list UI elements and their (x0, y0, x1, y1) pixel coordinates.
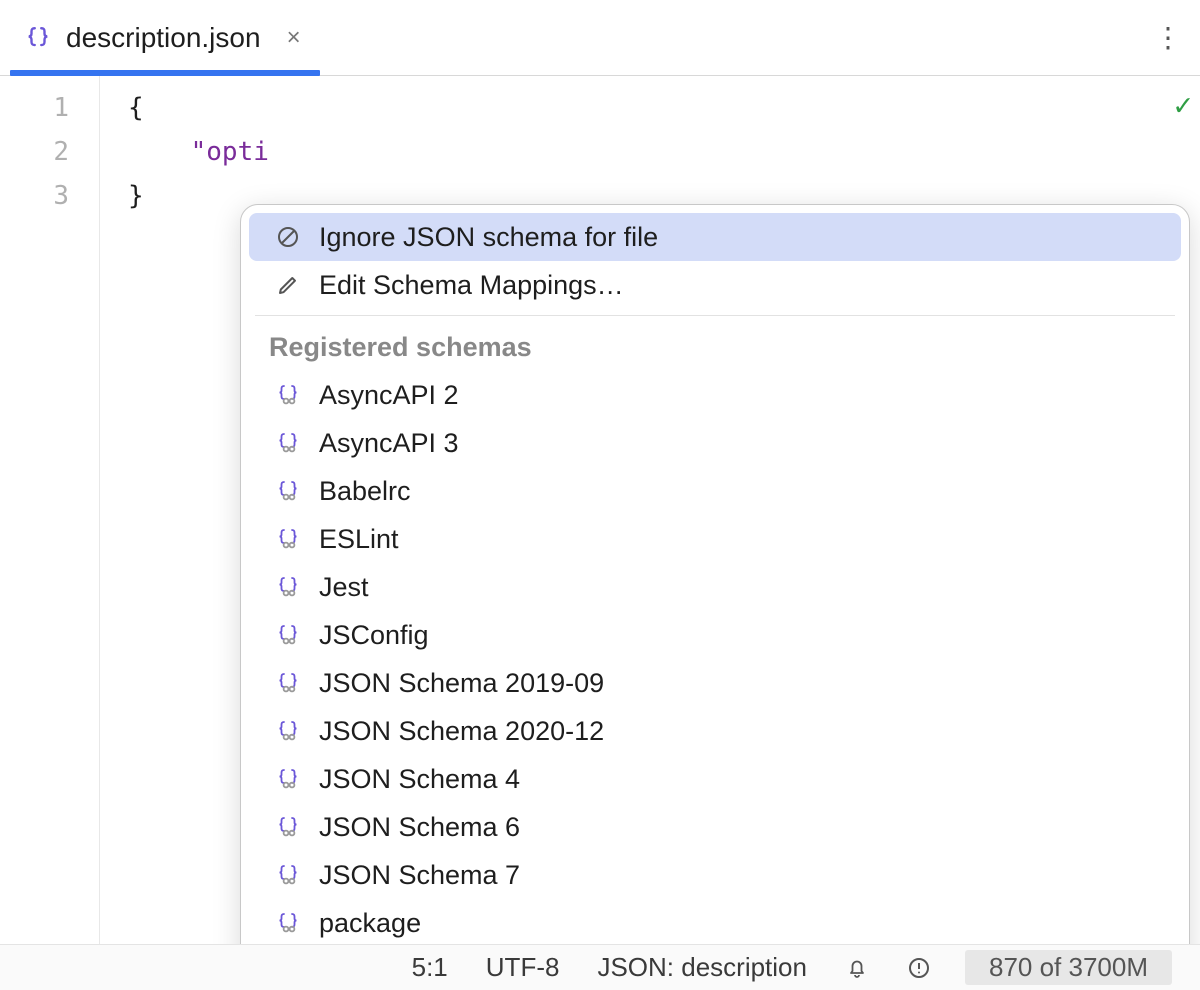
problems-icon[interactable] (903, 956, 935, 980)
status-bar: 5:1 UTF-8 JSON: description 870 of 3700M (0, 944, 1200, 990)
schema-item-label: JSON Schema 2020-12 (319, 716, 604, 747)
schema-item-label: AsyncAPI 2 (319, 380, 459, 411)
schema-item[interactable]: JSON Schema 2019-09 (249, 659, 1181, 707)
tab-options-icon[interactable]: ⋮ (1154, 0, 1182, 75)
schema-item[interactable]: AsyncAPI 2 (249, 371, 1181, 419)
schema-item[interactable]: JSON Schema 4 (249, 755, 1181, 803)
notifications-icon[interactable] (841, 956, 873, 980)
schema-item-label: Babelrc (319, 476, 411, 507)
schema-icon (275, 431, 301, 455)
popup-section-header: Registered schemas (241, 322, 1189, 371)
schema-item[interactable]: ESLint (249, 515, 1181, 563)
schema-icon (275, 479, 301, 503)
popup-item-ignore-schema[interactable]: Ignore JSON schema for file (249, 213, 1181, 261)
close-tab-icon[interactable]: × (275, 24, 301, 52)
memory-indicator[interactable]: 870 of 3700M (965, 950, 1172, 985)
popup-item-edit-mappings[interactable]: Edit Schema Mappings… (249, 261, 1181, 309)
schema-icon (275, 911, 301, 935)
schema-item[interactable]: JSConfig (249, 611, 1181, 659)
file-tab-label: description.json (66, 22, 261, 54)
editor-area: 1 2 3 { "opti } ✓ Ignore JSON schema for… (0, 76, 1200, 944)
schema-item-label: Jest (319, 572, 369, 603)
schema-icon (275, 383, 301, 407)
editor-window: description.json × ⋮ 1 2 3 { "opti } ✓ (0, 0, 1200, 990)
schema-icon (275, 671, 301, 695)
schema-item-label: JSConfig (319, 620, 429, 651)
schema-icon (275, 623, 301, 647)
json-property: "opti (191, 137, 269, 167)
schema-item-label: JSON Schema 6 (319, 812, 520, 843)
schema-item[interactable]: Jest (249, 563, 1181, 611)
popup-item-label: Edit Schema Mappings… (319, 270, 624, 301)
line-number-gutter: 1 2 3 (0, 76, 100, 944)
file-encoding[interactable]: UTF-8 (482, 952, 564, 983)
schema-item-label: package (319, 908, 421, 939)
schema-popup: Ignore JSON schema for file Edit Schema … (240, 204, 1190, 944)
json-file-icon (24, 25, 52, 51)
schema-item[interactable]: Babelrc (249, 467, 1181, 515)
code-line: "opti (100, 130, 1200, 174)
line-number: 2 (0, 130, 99, 174)
schema-icon (275, 719, 301, 743)
line-number: 1 (0, 86, 99, 130)
schema-item[interactable]: JSON Schema 2020-12 (249, 707, 1181, 755)
schema-item[interactable]: JSON Schema 7 (249, 851, 1181, 899)
tab-bar: description.json × ⋮ (0, 0, 1200, 76)
popup-separator (255, 315, 1175, 316)
schema-icon (275, 527, 301, 551)
caret-position[interactable]: 5:1 (408, 952, 452, 983)
schema-icon (275, 863, 301, 887)
no-sign-icon (275, 225, 301, 249)
schema-item[interactable]: JSON Schema 6 (249, 803, 1181, 851)
schema-item[interactable]: package (249, 899, 1181, 944)
schema-list: AsyncAPI 2 AsyncAPI 3 Babelrc ESLint Jest JSC… (241, 371, 1189, 944)
schema-icon (275, 815, 301, 839)
line-number: 3 (0, 174, 99, 218)
schema-icon (275, 767, 301, 791)
json-schema-widget[interactable]: JSON: description (593, 952, 811, 983)
inspection-ok-icon[interactable]: ✓ (1174, 88, 1192, 123)
schema-item-label: JSON Schema 4 (319, 764, 520, 795)
popup-item-label: Ignore JSON schema for file (319, 222, 658, 253)
schema-item-label: ESLint (319, 524, 399, 555)
schema-icon (275, 575, 301, 599)
code-line: { (100, 86, 1200, 130)
file-tab[interactable]: description.json × (0, 0, 327, 75)
schema-item-label: JSON Schema 7 (319, 860, 520, 891)
schema-item[interactable]: AsyncAPI 3 (249, 419, 1181, 467)
pencil-icon (275, 273, 301, 297)
schema-item-label: AsyncAPI 3 (319, 428, 459, 459)
schema-item-label: JSON Schema 2019-09 (319, 668, 604, 699)
